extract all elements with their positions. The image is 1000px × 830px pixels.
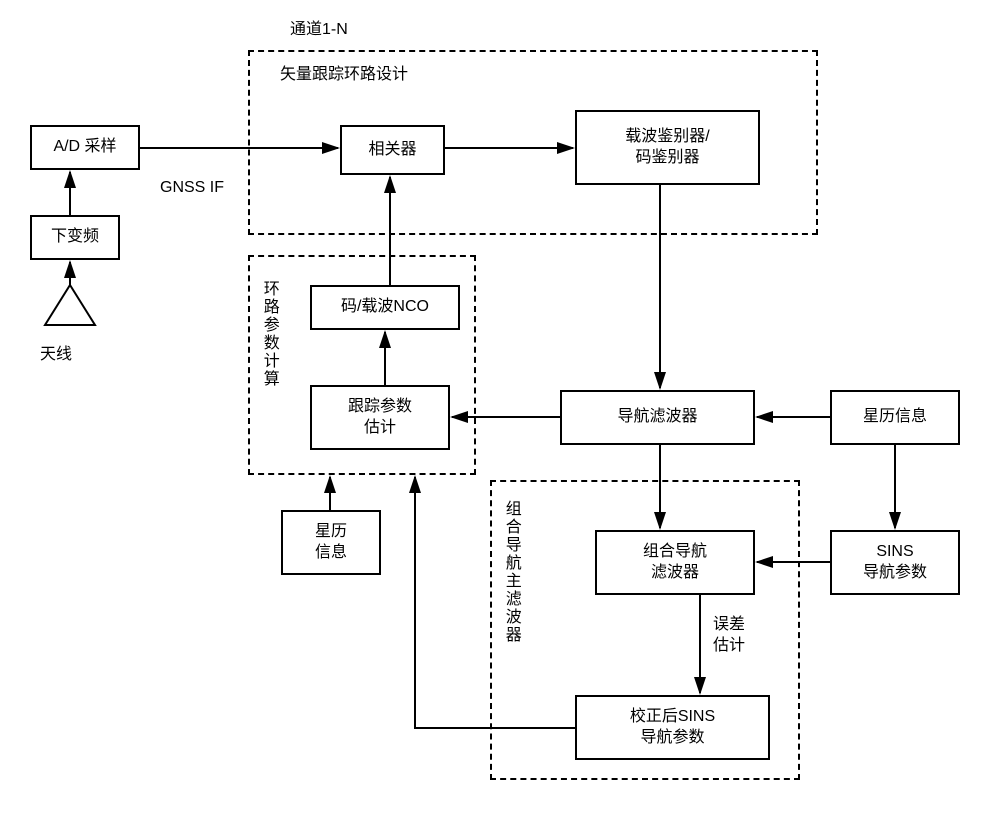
err-est-label: 误差 估计	[713, 615, 745, 657]
ad-box: A/D 采样	[30, 125, 140, 170]
ephemeris2-text: 星历信息	[863, 407, 927, 428]
antenna-label: 天线	[40, 345, 72, 366]
ephemeris1-box: 星历 信息	[281, 510, 381, 575]
title-label: 通道1-N	[290, 20, 348, 41]
region-loop-param-label: 环路参数计算	[258, 280, 279, 388]
track-est-box: 跟踪参数 估计	[310, 385, 450, 450]
discriminator-text: 载波鉴别器/ 码鉴别器	[625, 127, 709, 169]
corr-sins-box: 校正后SINS 导航参数	[575, 695, 770, 760]
correlator-text: 相关器	[368, 140, 416, 161]
ephemeris2-box: 星历信息	[830, 390, 960, 445]
nav-filter-box: 导航滤波器	[560, 390, 755, 445]
sins-params-text: SINS 导航参数	[863, 542, 927, 584]
gnss-if-label: GNSS IF	[160, 178, 224, 199]
discriminator-box: 载波鉴别器/ 码鉴别器	[575, 110, 760, 185]
int-nav-filter-text: 组合导航 滤波器	[643, 542, 707, 584]
track-est-text: 跟踪参数 估计	[348, 397, 412, 439]
region-vector-loop-label: 矢量跟踪环路设计	[280, 65, 408, 86]
region-main-filter-label: 组合导航主滤波器	[500, 500, 521, 644]
sins-params-box: SINS 导航参数	[830, 530, 960, 595]
antenna-icon	[40, 280, 100, 330]
downconv-box: 下变频	[30, 215, 120, 260]
int-nav-filter-box: 组合导航 滤波器	[595, 530, 755, 595]
nco-box: 码/载波NCO	[310, 285, 460, 330]
downconv-text: 下变频	[51, 227, 99, 248]
nav-filter-text: 导航滤波器	[617, 407, 697, 428]
ad-text: A/D 采样	[53, 137, 116, 158]
corr-sins-text: 校正后SINS 导航参数	[630, 707, 715, 749]
nco-text: 码/载波NCO	[341, 297, 429, 318]
correlator-box: 相关器	[340, 125, 445, 175]
ephemeris1-text: 星历 信息	[315, 522, 347, 564]
